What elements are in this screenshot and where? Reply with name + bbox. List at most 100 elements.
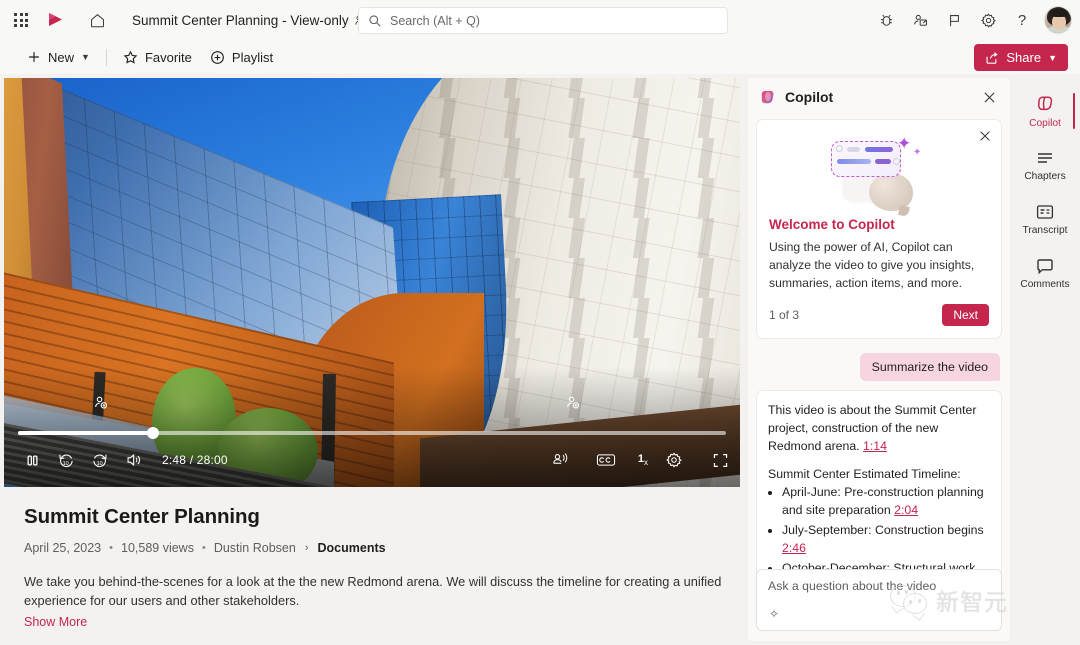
share-person-icon[interactable]	[904, 4, 936, 36]
command-bar: New ▼ Favorite Playlist Share ▼	[0, 40, 1080, 74]
document-title-menu[interactable]: Summit Center Planning - View-only ▼	[126, 5, 387, 35]
noise-suppression-icon[interactable]	[546, 447, 574, 473]
avatar[interactable]	[1044, 6, 1072, 34]
progress-thumb[interactable]	[146, 427, 159, 439]
speed-unit: x	[644, 458, 648, 468]
waffle-icon	[14, 13, 28, 27]
pause-button[interactable]	[18, 447, 46, 473]
svg-text:10: 10	[97, 461, 103, 467]
content-area: 10 10 2:48 / 28:00 1x Summit Center Plan…	[0, 74, 1080, 645]
star-icon	[123, 50, 138, 64]
copilot-teaching-card: ✦ ✦ Welcome to Copilot Using the power o…	[756, 119, 1002, 339]
list-item: April-June: Pre-construction planning an…	[782, 484, 990, 520]
rail-item-chapters[interactable]: Chapters	[1015, 140, 1075, 190]
close-copilot-button[interactable]	[976, 84, 1002, 110]
new-button[interactable]: New ▼	[18, 43, 99, 71]
copilot-icon	[1038, 96, 1053, 111]
top-bar-actions: ?	[870, 0, 1072, 40]
favorite-label: Favorite	[144, 49, 192, 65]
chapters-icon	[1038, 153, 1052, 163]
bug-icon[interactable]	[870, 4, 902, 36]
transcript-icon	[1036, 205, 1054, 219]
add-circle-icon	[211, 50, 224, 64]
playlist-label: Playlist	[231, 49, 274, 65]
svg-text:10: 10	[63, 461, 69, 467]
video-progress-bar[interactable]	[18, 427, 726, 439]
settings-gear-icon[interactable]	[660, 447, 688, 473]
player-controls-right: 1x	[546, 447, 740, 473]
rail-label: Copilot	[1029, 118, 1061, 129]
ask-copilot-input[interactable]: Ask a question about the video ✧	[756, 569, 1002, 631]
ask-placeholder: Ask a question about the video	[768, 579, 937, 593]
rail-item-transcript[interactable]: Transcript	[1015, 194, 1075, 244]
chevron-down-icon: ▼	[1048, 52, 1057, 63]
copilot-logo-icon	[761, 90, 774, 103]
chevron-down-icon: ▼	[81, 52, 90, 62]
timestamp-link[interactable]: 2:46	[782, 541, 806, 555]
top-bar: Summit Center Planning - View-only ▼ Sea…	[0, 0, 1080, 40]
user-message: Summarize the video	[859, 352, 1000, 381]
teaching-card-body: Using the power of AI, Copilot can analy…	[769, 240, 975, 290]
user-message-row: Summarize the video	[758, 352, 1000, 381]
stream-video-page: Summit Center Planning - View-only ▼ Sea…	[0, 0, 1080, 645]
meta-row: April 25, 2023 • 10,589 views • Dustin R…	[24, 541, 724, 555]
teaching-card-footer: 1 of 3 Next	[769, 303, 989, 326]
rail-label: Transcript	[1022, 225, 1068, 236]
video-description: We take you behind-the-scenes for a look…	[24, 574, 722, 609]
timestamp-link[interactable]: 2:04	[894, 503, 918, 517]
rail-item-comments[interactable]: Comments	[1015, 248, 1075, 298]
speaker-marker[interactable]	[565, 395, 581, 411]
publish-date: April 25, 2023	[24, 541, 102, 555]
plus-icon	[29, 52, 39, 62]
search-placeholder: Search (Alt + Q)	[390, 13, 480, 28]
comments-icon	[1037, 259, 1053, 275]
playlist-button[interactable]: Playlist	[201, 43, 282, 71]
rail-label: Chapters	[1024, 171, 1066, 182]
speaker-marker[interactable]	[93, 395, 109, 411]
document-title: Summit Center Planning - View-only	[132, 12, 349, 28]
playback-speed-button[interactable]: 1x	[638, 453, 648, 467]
forward-10-button[interactable]: 10	[86, 447, 114, 473]
fullscreen-icon[interactable]	[706, 447, 734, 473]
breadcrumb[interactable]: Documents	[318, 541, 386, 555]
video-metadata: Summit Center Planning April 25, 2023 • …	[4, 487, 740, 629]
author-name[interactable]: Dustin Robsen	[214, 541, 296, 555]
active-indicator	[1073, 93, 1075, 129]
stream-logo-icon[interactable]	[40, 5, 74, 35]
close-icon	[983, 91, 995, 103]
closed-captions-icon[interactable]	[592, 447, 620, 473]
search-input[interactable]: Search (Alt + Q)	[358, 7, 728, 34]
share-button[interactable]: Share ▼	[974, 44, 1068, 71]
app-launcher-button[interactable]	[6, 5, 36, 35]
list-item-text: July-September: Construction begins	[782, 523, 984, 538]
home-button[interactable]	[80, 5, 114, 35]
rail-item-copilot[interactable]: Copilot	[1015, 86, 1075, 136]
gear-icon[interactable]	[972, 4, 1004, 36]
timestamp-link[interactable]: 1:14	[863, 439, 887, 453]
view-count: 10,589 views	[121, 541, 194, 555]
next-button[interactable]: Next	[942, 303, 989, 326]
rewind-10-button[interactable]: 10	[52, 447, 80, 473]
separator-dot: •	[201, 542, 206, 554]
show-more-link[interactable]: Show More	[24, 615, 724, 629]
video-player[interactable]: 10 10 2:48 / 28:00 1x	[4, 78, 740, 487]
teaching-card-illustration: ✦ ✦	[769, 130, 989, 215]
progress-fill	[18, 431, 153, 435]
favorite-button[interactable]: Favorite	[114, 43, 201, 71]
list-item-text: April-June: Pre-construction planning an…	[782, 485, 984, 518]
sparkle-icon: ✦	[913, 146, 922, 158]
response-intro: This video is about the Summit Center pr…	[768, 401, 990, 456]
right-rail: Copilot Chapters Transcript Comments	[1014, 78, 1076, 641]
chevron-right-icon: ›	[304, 542, 309, 554]
volume-button[interactable]	[120, 447, 148, 473]
sparkle-icon[interactable]: ✧	[769, 607, 779, 621]
new-label: New	[48, 49, 75, 65]
share-icon	[986, 51, 999, 64]
help-icon[interactable]: ?	[1006, 4, 1038, 36]
sparkle-icon: ✦	[897, 133, 912, 153]
flag-icon[interactable]	[938, 4, 970, 36]
help-glyph: ?	[1017, 11, 1027, 29]
search-icon	[369, 14, 381, 27]
divider	[105, 48, 107, 66]
list-item: July-September: Construction begins 2:46	[782, 522, 990, 558]
